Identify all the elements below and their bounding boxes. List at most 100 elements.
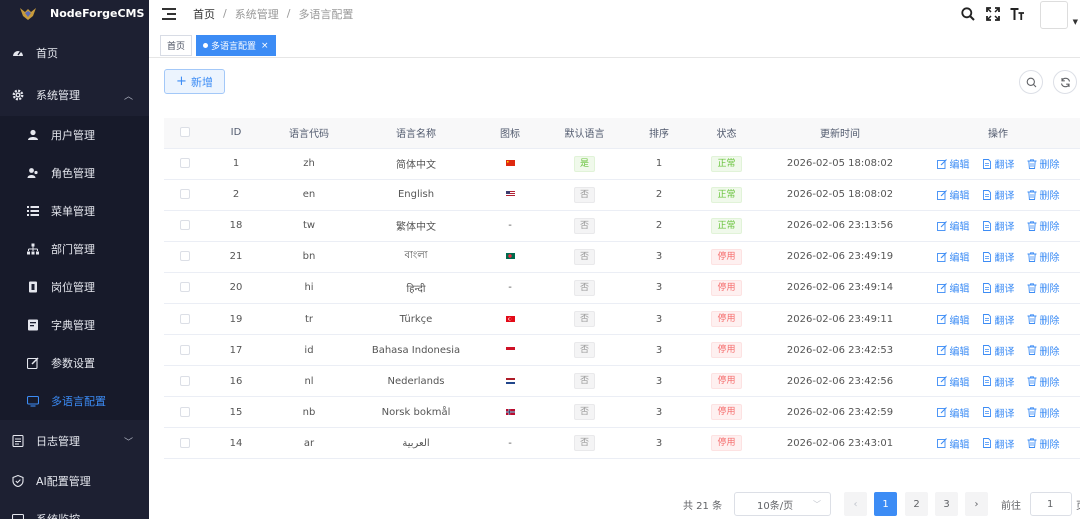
tab-home[interactable]: 首页 [160,35,193,56]
hamburger-icon[interactable] [162,7,176,20]
avatar[interactable] [1039,0,1068,29]
row-select-cell[interactable] [164,148,206,180]
row-checkbox[interactable] [180,406,190,417]
sidebar-item-i18n[interactable]: 多语言配置 [0,382,149,420]
sidebar-item-dictionary[interactable]: 字典管理 [0,306,149,344]
sidebar-item-users[interactable]: 用户管理 [0,116,149,154]
breadcrumb-item[interactable]: 首页 [193,6,215,22]
translate-button[interactable]: 翻译 [982,436,1015,451]
delete-button[interactable]: 删除 [1027,187,1060,202]
cell-status: 停用 [689,303,764,336]
cell-sort: 3 [629,365,689,398]
cell-status: 停用 [689,396,764,429]
flag-cn-icon [505,160,515,167]
edit-button[interactable]: 编辑 [936,374,970,389]
delete-button[interactable]: 删除 [1027,374,1060,389]
row-select-cell[interactable] [164,179,206,211]
toggle-search-button[interactable] [1019,70,1043,94]
font-size-icon[interactable] [1010,6,1026,22]
sidebar-item-home[interactable]: 首页 [0,34,149,72]
status-badge: 停用 [711,279,742,296]
row-checkbox[interactable] [180,189,190,200]
row-checkbox[interactable] [180,375,190,386]
edit-button[interactable]: 编辑 [936,156,970,171]
app-logo[interactable]: NodeForgeCMS [0,0,149,27]
translate-button[interactable]: 翻译 [982,280,1015,295]
row-select-cell[interactable] [164,210,206,242]
add-button[interactable]: + 新增 [164,69,225,94]
page-number[interactable]: 1 [874,492,897,516]
status-badge: 停用 [711,248,742,265]
row-select-cell[interactable] [164,365,206,398]
delete-button[interactable]: 删除 [1027,280,1060,295]
page-number[interactable]: 3 [935,492,958,516]
select-all-cell[interactable] [164,118,206,149]
translate-button[interactable]: 翻译 [982,374,1015,389]
prev-page-button[interactable]: ‹ [844,492,867,516]
row-select-cell[interactable] [164,272,206,304]
row-checkbox[interactable] [180,158,190,169]
row-checkbox[interactable] [180,437,190,448]
row-select-cell[interactable] [164,427,206,460]
delete-button[interactable]: 删除 [1027,249,1060,264]
edit-button[interactable]: 编辑 [936,280,970,295]
sidebar-item-params[interactable]: 参数设置 [0,344,149,382]
goto-page-input[interactable] [1030,492,1072,516]
sidebar-item-label: 参数设置 [51,357,95,370]
delete-button[interactable]: 删除 [1027,405,1060,420]
translate-button[interactable]: 翻译 [982,405,1015,420]
search-icon[interactable] [960,6,976,22]
edit-button[interactable]: 编辑 [936,343,970,358]
row-select-cell[interactable] [164,241,206,273]
row-checkbox[interactable] [180,220,190,231]
tab-i18n[interactable]: 多语言配置 × [196,35,276,56]
refresh-button[interactable] [1053,70,1077,94]
sidebar-item-system[interactable]: 系统管理 ︿ [0,76,149,114]
fullscreen-icon[interactable] [985,6,1001,22]
table-header-row: ID 语言代码 语言名称 图标 默认语言 排序 状态 更新时间 操作 [164,118,1080,149]
cell-id: 18 [206,210,266,242]
translate-button[interactable]: 翻译 [982,249,1015,264]
close-icon[interactable]: × [261,41,269,51]
delete-button[interactable]: 删除 [1027,218,1060,233]
translate-button[interactable]: 翻译 [982,156,1015,171]
cell-icon [480,303,540,336]
translate-button[interactable]: 翻译 [982,312,1015,327]
goto-page-suffix: 页 [1076,497,1080,512]
edit-icon [936,158,947,169]
delete-button[interactable]: 删除 [1027,156,1060,171]
edit-button[interactable]: 编辑 [936,312,970,327]
sidebar-item-departments[interactable]: 部门管理 [0,230,149,268]
edit-icon [936,407,947,418]
tab-label: 首页 [167,42,186,52]
row-select-cell[interactable] [164,303,206,336]
next-page-button[interactable]: › [965,492,988,516]
translate-button[interactable]: 翻译 [982,187,1015,202]
sidebar-item-menus[interactable]: 菜单管理 [0,192,149,230]
sidebar-item-label: AI配置管理 [36,475,91,488]
row-select-cell[interactable] [164,396,206,429]
page-size-select[interactable]: 10条/页 ﹀ [734,492,831,516]
sidebar-item-roles[interactable]: 角色管理 [0,154,149,192]
delete-button[interactable]: 删除 [1027,312,1060,327]
delete-button[interactable]: 删除 [1027,436,1060,451]
edit-button[interactable]: 编辑 [936,405,970,420]
row-select-cell[interactable] [164,334,206,367]
default-badge: 否 [573,342,595,359]
delete-button[interactable]: 删除 [1027,343,1060,358]
translate-button[interactable]: 翻译 [982,343,1015,358]
row-checkbox[interactable] [180,251,190,262]
sidebar-item-logs[interactable]: 日志管理 ﹀ [0,422,149,460]
sidebar-item-posts[interactable]: 岗位管理 [0,268,149,306]
caret-down-icon[interactable]: ▼ [1073,18,1078,26]
edit-button[interactable]: 编辑 [936,436,970,451]
row-checkbox[interactable] [180,344,190,355]
edit-button[interactable]: 编辑 [936,218,970,233]
edit-button[interactable]: 编辑 [936,187,970,202]
edit-button[interactable]: 编辑 [936,249,970,264]
row-checkbox[interactable] [180,282,190,293]
select-all-checkbox[interactable] [180,127,190,138]
page-number[interactable]: 2 [905,492,928,516]
translate-button[interactable]: 翻译 [982,218,1015,233]
row-checkbox[interactable] [180,313,190,324]
